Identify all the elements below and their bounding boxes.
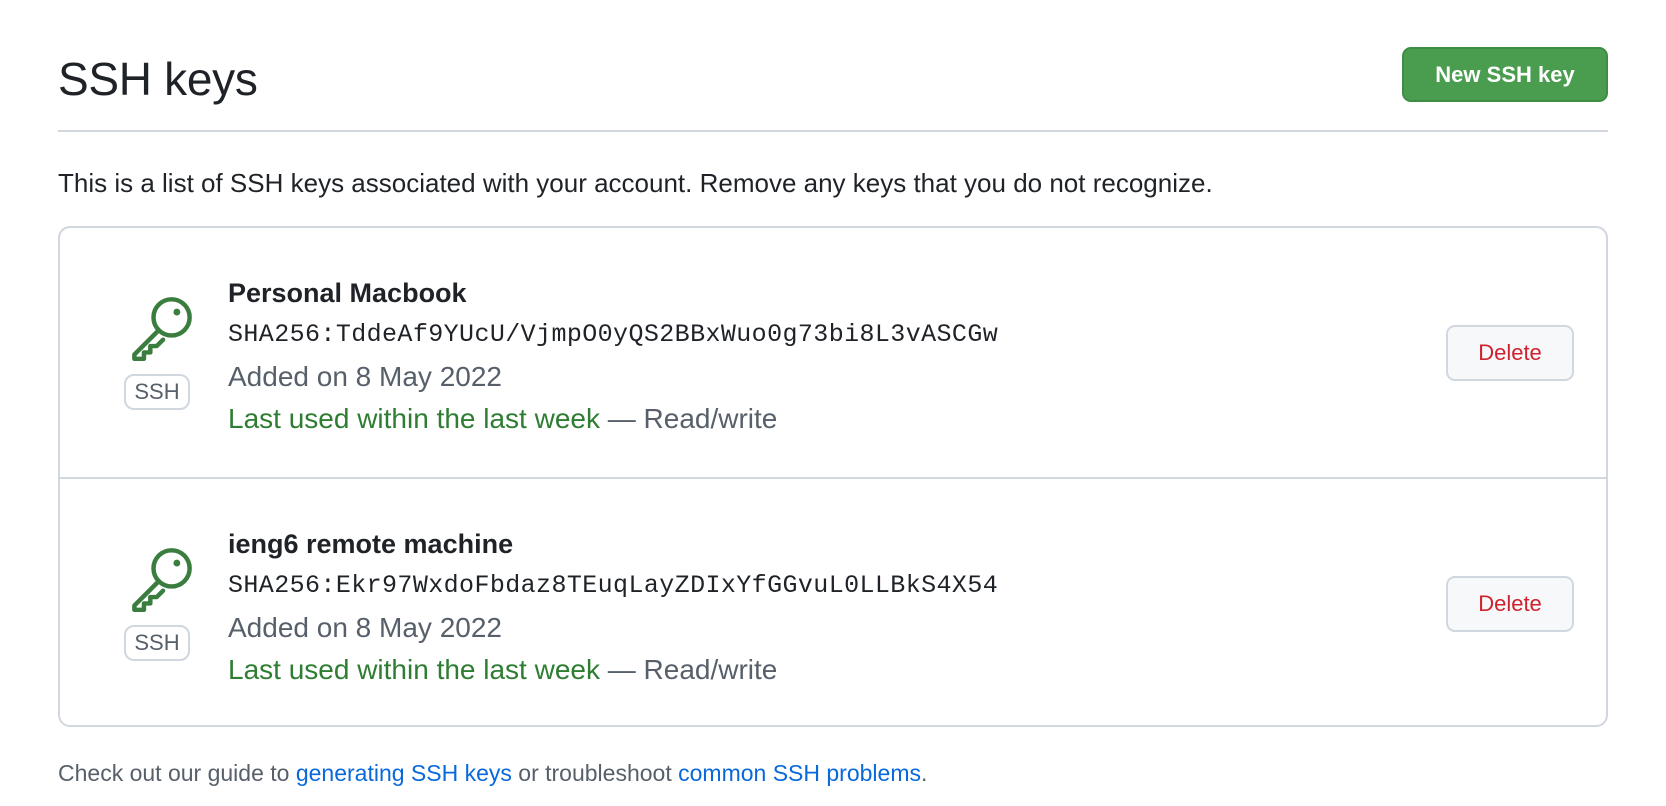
common-ssh-problems-link[interactable]: common SSH problems (678, 760, 921, 786)
key-icon-group: SSH (124, 545, 196, 685)
ssh-type-badge: SSH (124, 374, 190, 410)
key-last-used: Last used within the last week (228, 403, 600, 434)
key-usage: Last used within the last week — Read/wr… (228, 398, 998, 440)
ssh-key-row: SSH ieng6 remote machine SHA256:Ekr97Wxd… (60, 477, 1606, 725)
ssh-key-row: SSH Personal Macbook SHA256:TddeAf9YUcU/… (60, 228, 1606, 477)
key-details: Personal Macbook SHA256:TddeAf9YUcU/Vjmp… (228, 272, 998, 440)
key-icon-group: SSH (124, 294, 196, 434)
intro-text: This is a list of SSH keys associated wi… (58, 168, 1213, 198)
key-access-level: — Read/write (599, 403, 778, 434)
footer-prefix: Check out our guide to (58, 760, 296, 786)
page-header: SSH keys New SSH key (58, 44, 1608, 132)
key-title: Personal Macbook (228, 278, 467, 308)
delete-key-button[interactable]: Delete (1446, 325, 1574, 381)
footer-suffix: . (920, 760, 928, 786)
key-access-level: — Read/write (599, 654, 778, 685)
ssh-type-badge: SSH (124, 625, 190, 661)
ssh-keys-page: SSH keys New SSH key This is a list of S… (0, 0, 1666, 806)
key-fingerprint: SHA256:Ekr97WxdoFbdaz8TEuqLayZDIxYfGGvuL… (228, 571, 999, 600)
key-last-used: Last used within the last week (228, 654, 600, 685)
key-added-date: Added on 8 May 2022 (228, 612, 502, 643)
page-title: SSH keys (58, 53, 258, 105)
key-icon (132, 548, 192, 613)
key-details: ieng6 remote machine SHA256:Ekr97WxdoFbd… (228, 523, 998, 691)
key-title: ieng6 remote machine (228, 529, 514, 559)
ssh-key-list: SSH Personal Macbook SHA256:TddeAf9YUcU/… (58, 226, 1608, 727)
key-usage: Last used within the last week — Read/wr… (228, 649, 998, 691)
key-fingerprint: SHA256:TddeAf9YUcU/VjmpO0yQS2BBxWuo0g73b… (228, 320, 999, 349)
key-added-date: Added on 8 May 2022 (228, 361, 502, 392)
key-icon (132, 297, 192, 362)
generating-ssh-keys-link[interactable]: generating SSH keys (296, 760, 512, 786)
delete-key-button[interactable]: Delete (1446, 576, 1574, 632)
new-ssh-key-button[interactable]: New SSH key (1402, 47, 1608, 102)
footer-middle: or troubleshoot (511, 760, 679, 786)
footer-help-text: Check out our guide to generating SSH ke… (58, 760, 927, 787)
